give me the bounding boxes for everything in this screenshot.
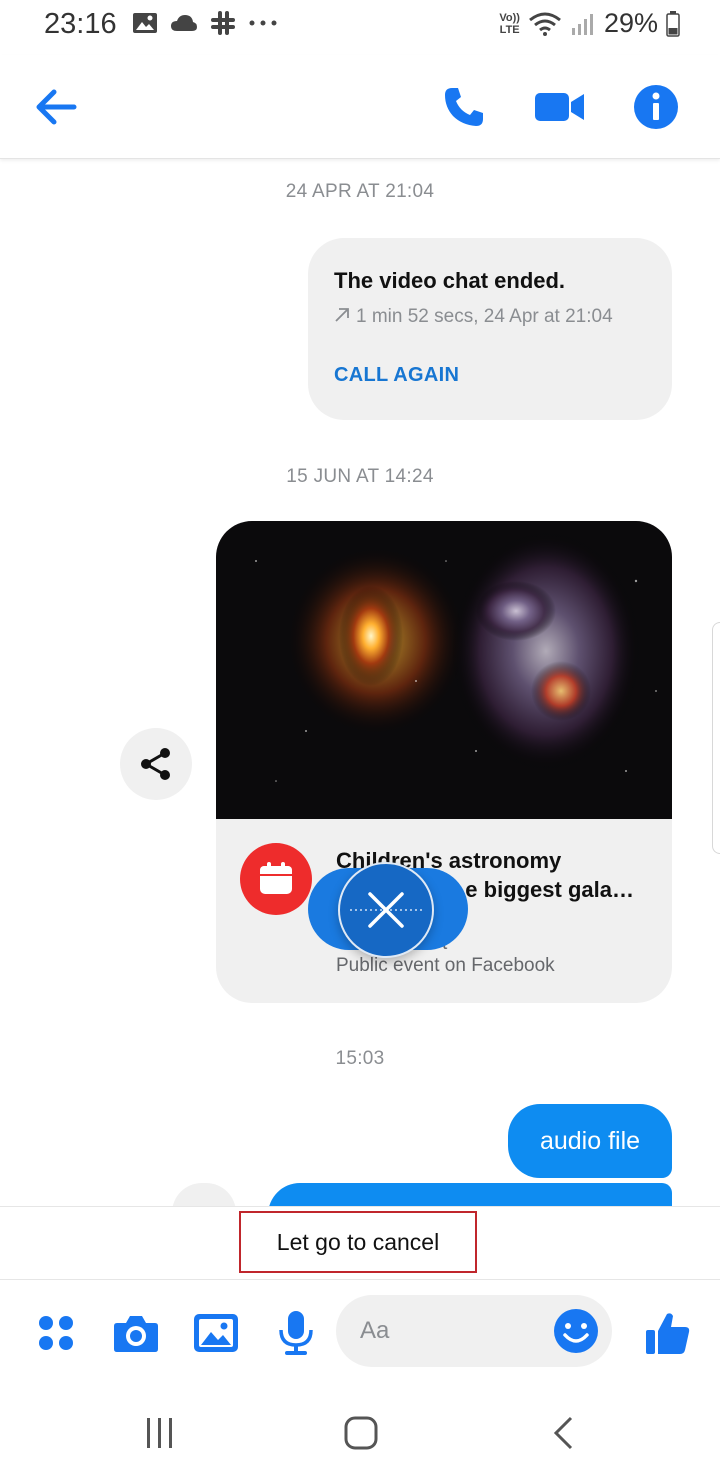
info-icon [634,85,678,129]
event-subtitle: Public event on Facebook [336,955,555,976]
thumbs-up-icon [646,1313,690,1354]
audio-call-button[interactable] [434,77,494,137]
camera-icon [114,1316,158,1352]
back-icon [553,1416,573,1450]
calendar-icon [260,862,292,894]
galaxy-image [216,521,672,819]
volte-label: Vo)) [499,11,520,24]
video-call-ended-message[interactable]: The video chat ended. 1 min 52 secs, 24 … [308,238,672,420]
message-input-container[interactable] [336,1295,612,1367]
like-button[interactable] [640,1305,696,1361]
more-notifications-icon [249,20,277,26]
microphone-icon [279,1311,313,1355]
status-time: 23:16 [44,8,117,40]
outgoing-arrow-icon [335,308,349,322]
video-call-button[interactable] [530,77,590,137]
status-right: Vo)) LTE 29% [499,8,680,39]
camera-button[interactable] [108,1305,164,1361]
timestamp: 15 JUN AT 14:24 [286,466,434,487]
scroll-indicator [712,622,720,854]
lte-label: LTE [499,23,520,36]
notification-icons [132,10,278,36]
volte-icon: Vo)) LTE [499,12,520,36]
recents-button[interactable] [135,1411,185,1455]
arrow-left-icon [36,89,77,125]
info-button[interactable] [626,77,686,137]
battery-icon [666,10,680,37]
back-button[interactable] [26,77,86,137]
call-duration: 1 min 52 secs, 24 Apr at 21:04 [356,306,613,327]
phone-icon [445,88,483,126]
share-button[interactable] [120,728,192,800]
emoji-icon [554,1309,598,1353]
video-camera-icon [535,93,584,121]
status-bar: 23:16 Vo)) LTE 29% [0,0,720,50]
more-actions-button[interactable] [28,1305,84,1361]
close-icon [350,892,422,928]
chat-header [0,55,720,159]
voice-record-button[interactable] [268,1305,324,1361]
signal-icon [571,13,593,35]
composer [0,1281,720,1385]
recents-icon [147,1418,172,1448]
gallery-icon [194,1314,238,1352]
timestamp: 15:03 [335,1048,385,1069]
wifi-icon [529,12,561,36]
recording-hint-bar: Let go to cancel [0,1206,720,1280]
cloud-icon [171,15,197,31]
timestamp: 24 APR AT 21:04 [285,181,435,202]
slack-icon [211,11,235,35]
gallery-button[interactable] [188,1305,244,1361]
message-input[interactable] [360,1311,540,1351]
home-icon [344,1416,378,1450]
outgoing-message[interactable]: audio file [508,1104,672,1178]
share-icon [141,748,170,780]
nav-back-button[interactable] [538,1411,588,1455]
apps-icon [39,1316,73,1350]
emoji-button[interactable] [552,1307,600,1355]
let-go-to-cancel-hint: Let go to cancel [239,1211,477,1273]
call-again-button[interactable]: CALL AGAIN [334,364,459,387]
cancel-recording-button[interactable] [338,862,434,958]
system-nav-bar [0,1385,720,1479]
call-meta: 1 min 52 secs, 24 Apr at 21:04 [334,306,613,328]
battery-percent: 29% [603,8,658,38]
event-calendar-badge [240,843,312,915]
home-button[interactable] [336,1411,386,1455]
call-title: The video chat ended. [334,268,566,293]
image-notification-icon [133,13,157,33]
